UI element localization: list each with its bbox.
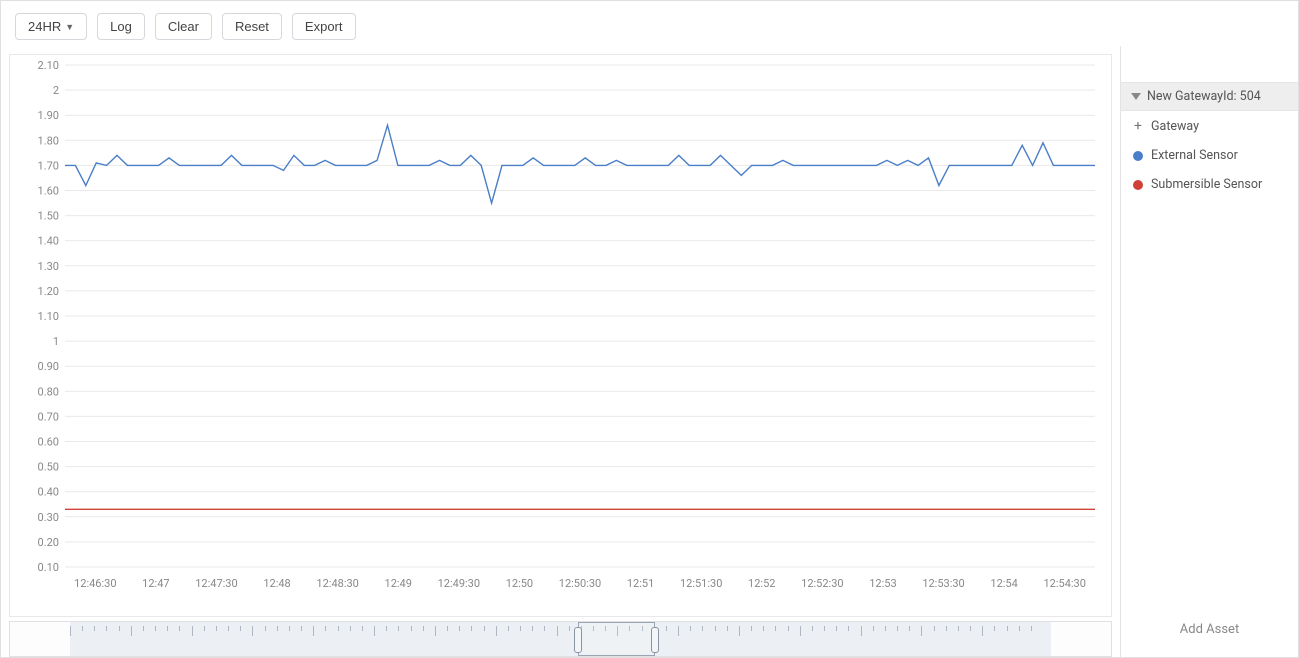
legend-item-submersible[interactable]: Submersible Sensor (1121, 170, 1298, 199)
svg-text:1.40: 1.40 (38, 235, 59, 248)
brush-ticks (10, 626, 1111, 636)
svg-text:12:52: 12:52 (748, 577, 775, 590)
svg-text:1.90: 1.90 (38, 109, 59, 122)
plus-icon: + (1133, 118, 1143, 134)
svg-text:0.40: 0.40 (38, 486, 59, 499)
svg-text:0.30: 0.30 (38, 511, 59, 524)
svg-text:0.60: 0.60 (38, 436, 59, 449)
gateway-header-label: New GatewayId: 504 (1147, 89, 1261, 104)
legend-dot-blue-icon (1133, 151, 1143, 161)
svg-text:2.10: 2.10 (38, 59, 59, 72)
log-button[interactable]: Log (97, 13, 145, 40)
svg-text:1.70: 1.70 (38, 159, 59, 172)
svg-text:0.20: 0.20 (38, 536, 59, 549)
svg-text:12:51: 12:51 (627, 577, 654, 590)
svg-text:12:46:30: 12:46:30 (74, 577, 116, 590)
caret-down-icon: ▼ (65, 22, 74, 32)
svg-text:12:54:30: 12:54:30 (1043, 577, 1085, 590)
legend-dot-red-icon (1133, 180, 1143, 190)
add-gateway-label: Gateway (1151, 119, 1199, 134)
svg-text:1.60: 1.60 (38, 185, 59, 198)
collapse-triangle-icon (1131, 93, 1141, 100)
app-root: 24HR ▼ Log Clear Reset Export 2.10 2 1.90 1… (0, 0, 1299, 658)
add-asset-button[interactable]: Add Asset (1121, 608, 1298, 657)
sidebar: New GatewayId: 504 + Gateway External Se… (1120, 46, 1298, 657)
reset-button[interactable]: Reset (222, 13, 282, 40)
chart-container[interactable]: 2.10 2 1.90 1.80 1.70 1.60 1.50 1.40 1.30 1.20 1.1… (9, 54, 1112, 617)
brush-handle-right[interactable] (651, 627, 659, 653)
svg-text:12:47: 12:47 (142, 577, 169, 590)
svg-text:12:49:30: 12:49:30 (438, 577, 480, 590)
svg-text:12:54: 12:54 (990, 577, 1017, 590)
gateway-header[interactable]: New GatewayId: 504 (1121, 82, 1298, 111)
svg-text:12:48: 12:48 (263, 577, 290, 590)
chart-panel: 2.10 2 1.90 1.80 1.70 1.60 1.50 1.40 1.30 1.20 1.1… (1, 46, 1120, 657)
legend-item-external[interactable]: External Sensor (1121, 141, 1298, 170)
svg-text:2: 2 (53, 84, 59, 97)
svg-text:0.50: 0.50 (38, 461, 59, 474)
clear-button[interactable]: Clear (155, 13, 212, 40)
brush-handle-left[interactable] (574, 627, 582, 653)
svg-text:1.30: 1.30 (38, 260, 59, 273)
svg-text:1.20: 1.20 (38, 285, 59, 298)
svg-text:1.50: 1.50 (38, 210, 59, 223)
svg-text:12:48:30: 12:48:30 (316, 577, 358, 590)
time-range-dropdown[interactable]: 24HR ▼ (15, 13, 87, 40)
svg-text:12:51:30: 12:51:30 (680, 577, 722, 590)
svg-text:12:53:30: 12:53:30 (922, 577, 964, 590)
main-area: 2.10 2 1.90 1.80 1.70 1.60 1.50 1.40 1.30 1.20 1.1… (1, 46, 1298, 657)
line-chart[interactable]: 2.10 2 1.90 1.80 1.70 1.60 1.50 1.40 1.30 1.20 1.1… (10, 55, 1105, 595)
svg-text:0.80: 0.80 (38, 385, 59, 398)
brush-window[interactable] (578, 622, 655, 656)
time-brush[interactable] (9, 621, 1112, 657)
svg-text:0.90: 0.90 (38, 360, 59, 373)
svg-text:12:52:30: 12:52:30 (801, 577, 843, 590)
legend-label-external: External Sensor (1151, 148, 1238, 163)
svg-text:12:47:30: 12:47:30 (195, 577, 237, 590)
svg-text:0.70: 0.70 (38, 410, 59, 423)
toolbar: 24HR ▼ Log Clear Reset Export (1, 1, 1298, 46)
add-gateway-row[interactable]: + Gateway (1121, 111, 1298, 141)
svg-text:12:50: 12:50 (506, 577, 533, 590)
svg-text:12:49: 12:49 (385, 577, 412, 590)
svg-text:1: 1 (53, 335, 59, 348)
svg-text:1.10: 1.10 (38, 310, 59, 323)
svg-text:0.10: 0.10 (38, 561, 59, 574)
svg-text:12:53: 12:53 (869, 577, 896, 590)
svg-text:1.80: 1.80 (38, 134, 59, 147)
legend-label-submersible: Submersible Sensor (1151, 177, 1262, 192)
svg-text:12:50:30: 12:50:30 (559, 577, 601, 590)
export-button[interactable]: Export (292, 13, 356, 40)
time-range-label: 24HR (28, 19, 61, 34)
